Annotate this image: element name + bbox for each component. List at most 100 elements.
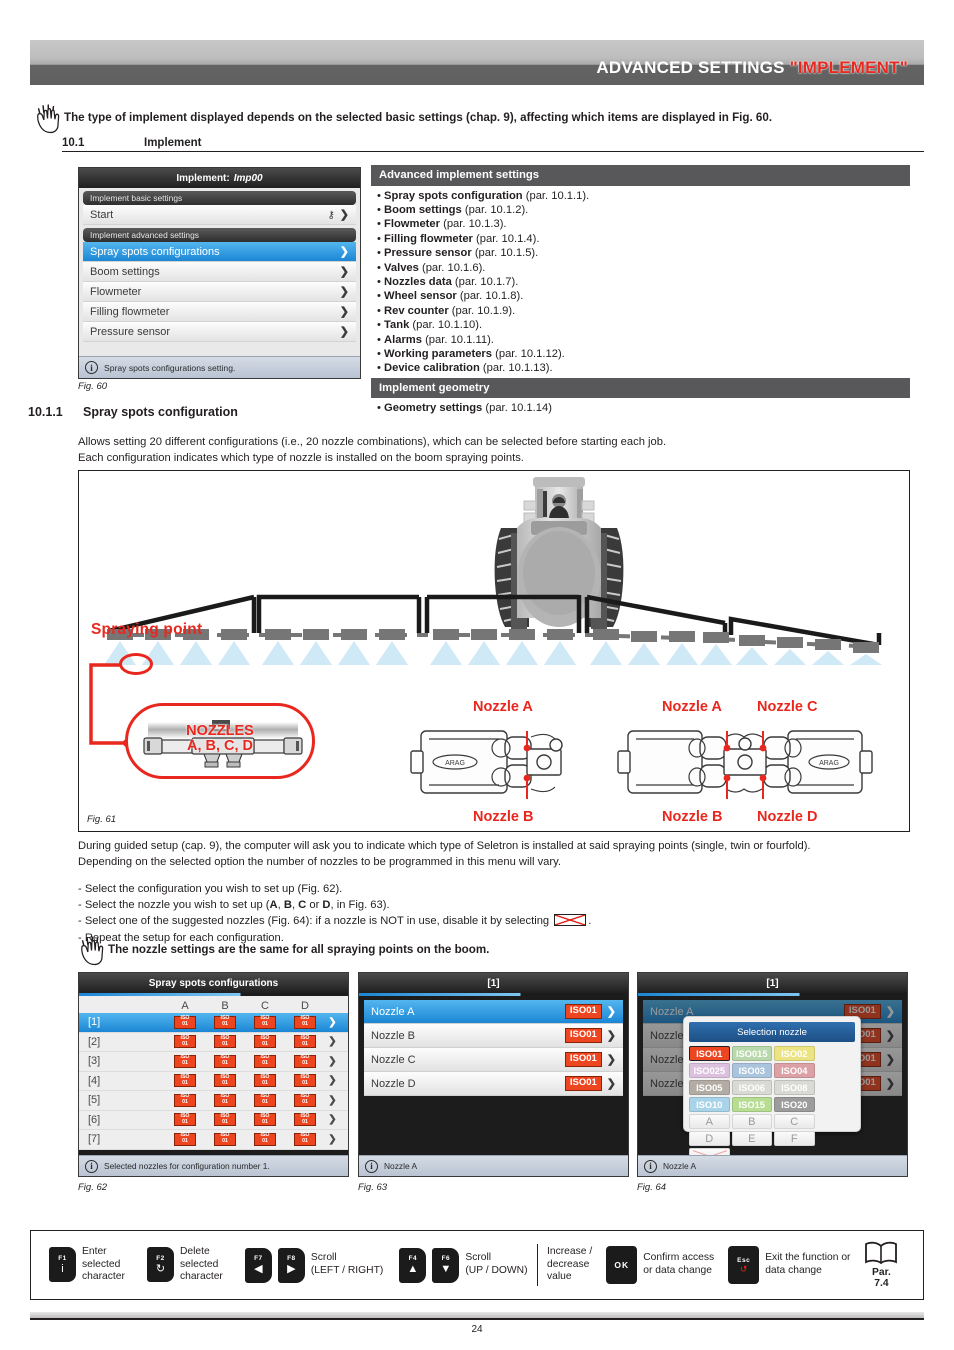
nozzle-chip-iso06[interactable]: ISO06 <box>731 1080 772 1095</box>
list-item: Device calibration (par. 10.1.13). <box>377 361 904 375</box>
nozzle-chip-iso08[interactable]: ISO08 <box>774 1080 815 1095</box>
iso-chip: ISO 01 <box>214 1094 236 1107</box>
legend-manual-ref-text: Par. 7.4 <box>872 1266 891 1289</box>
fig63-info-bar: i Nozzle A <box>359 1155 628 1176</box>
iso-chip: ISO 01 <box>214 1113 236 1127</box>
info-icon: i <box>644 1159 657 1173</box>
list-item-nozzle-c[interactable]: Nozzle C ISO01 ❯ <box>364 1048 623 1072</box>
device-row-filling-flowmeter[interactable]: Filling flowmeter ❯ <box>83 302 356 322</box>
during-setup-paragraph: During guided setup (cap. 9), the comput… <box>78 838 908 870</box>
table-row[interactable]: [4] ISO 01 ISO 01 ISO 01 ISO 01 ❯ <box>79 1072 348 1091</box>
device-title-label: Implement: <box>176 172 230 184</box>
nozzle-chip-iso015[interactable]: ISO015 <box>731 1046 772 1061</box>
nozzle-chip-iso01[interactable]: ISO01 <box>689 1046 730 1061</box>
footer-rule <box>30 1318 924 1320</box>
page-header-bar: ADVANCED SETTINGS "IMPLEMENT" <box>30 40 924 85</box>
f4-key-icon: F4 ▲ <box>399 1247 427 1283</box>
device-row-start[interactable]: Start ⚷ ❯ <box>83 205 356 225</box>
row-label: [2] <box>88 1035 101 1048</box>
start-row-icons: ⚷ ❯ <box>327 208 349 221</box>
list-item-nozzle-b[interactable]: Nozzle B ISO01 ❯ <box>364 1024 623 1048</box>
label-nozzle-d-fourfold: Nozzle D <box>757 809 818 825</box>
iso-value-badge: ISO01 <box>564 1028 602 1043</box>
row-label: [7] <box>88 1133 101 1146</box>
nozzle-chip-b[interactable]: B <box>731 1114 772 1129</box>
chevron-right-icon: ❯ <box>339 246 349 258</box>
table-row[interactable]: [7] ISO 01 ISO 01 ISO 01 ISO 01 ❯ <box>79 1130 348 1150</box>
column-header-a: A <box>181 1000 189 1012</box>
nozzle-chip-iso02[interactable]: ISO02 <box>774 1046 815 1061</box>
page-title-highlight: "IMPLEMENT" <box>789 58 908 77</box>
advanced-settings-header: Advanced implement settings <box>371 165 910 186</box>
chevron-right-icon: ❯ <box>328 1016 337 1028</box>
info-icon: i <box>85 1159 98 1173</box>
nozzle-chip-iso15[interactable]: ISO15 <box>731 1097 772 1112</box>
table-row[interactable]: [3] ISO 01 ISO 01 ISO 01 ISO 01 ❯ <box>79 1052 348 1072</box>
nozzle-chip-iso20[interactable]: ISO20 <box>774 1097 815 1112</box>
row-label: [4] <box>88 1074 101 1087</box>
list-item-nozzle-d[interactable]: Nozzle D ISO01 ❯ <box>364 1072 623 1096</box>
device-row-spray-spots[interactable]: Spray spots configurations ❯ <box>83 242 356 262</box>
chevron-right-icon: ❯ <box>339 266 349 278</box>
list-item: Alarms (par. 10.1.11). <box>377 333 904 347</box>
intro-line-2: Each configuration indicates which type … <box>78 452 524 465</box>
row-label: [1] <box>88 1016 101 1029</box>
step-3: - Select one of the suggested nozzles (F… <box>78 914 592 928</box>
fig64-info-bar: i Nozzle A <box>638 1155 907 1176</box>
list-item: Working parameters (par. 10.1.12). <box>377 347 904 361</box>
table-row[interactable]: [6] ISO 01 ISO 01 ISO 01 ISO 01 ❯ <box>79 1111 348 1130</box>
legend-f1: F1 i Enter selected character <box>49 1246 125 1284</box>
nozzle-chip-e[interactable]: E <box>731 1131 772 1146</box>
iso-chip: ISO 01 <box>254 1113 276 1127</box>
legend-ok-text: Confirm access or data change <box>643 1252 715 1276</box>
nozzle-chip-c[interactable]: C <box>774 1114 815 1129</box>
list-item-label: Nozzle B <box>371 1029 416 1042</box>
list-item: Spray spots configuration (par. 10.1.1). <box>377 189 904 203</box>
svg-text:ARAG: ARAG <box>819 760 839 767</box>
device-row-boom-settings[interactable]: Boom settings ❯ <box>83 262 356 282</box>
chevron-right-icon: ❯ <box>885 1078 895 1090</box>
legend-manual-reference: Par. 7.4 <box>864 1241 898 1290</box>
nozzle-chip-iso04[interactable]: ISO04 <box>774 1063 815 1078</box>
column-header-d: D <box>301 1000 309 1012</box>
iso-chip: ISO 01 <box>214 1016 236 1029</box>
section-10-1-1: 10.1.1 Spray spots configuration <box>28 405 924 422</box>
legend-increase-decrease-text: Increase / decrease value <box>547 1246 593 1283</box>
book-icon <box>865 1241 898 1264</box>
intro-line-1: Allows setting 20 different configuratio… <box>78 436 667 448</box>
table-row[interactable]: [1] ISO 01 ISO 01 ISO 01 ISO 01 ❯ <box>79 1013 348 1033</box>
nozzle-chip-f[interactable]: F <box>774 1131 815 1146</box>
f7-key-icon: F7 ◀ <box>244 1247 272 1283</box>
label-nozzle-b-single: Nozzle B <box>473 809 534 825</box>
nozzle-chip-iso03[interactable]: ISO03 <box>731 1063 772 1078</box>
nozzle-chip-d[interactable]: D <box>689 1131 730 1146</box>
group-header-basic-settings: Implement basic settings <box>83 191 356 205</box>
legend-scroll-lr: F7 ◀ F8 ▶ Scroll (LEFT / RIGHT) <box>244 1247 383 1283</box>
chevron-right-icon: ❯ <box>339 306 349 318</box>
device-row-pressure-sensor[interactable]: Pressure sensor ❯ <box>83 322 356 342</box>
list-item: Boom settings (par. 10.1.2). <box>377 203 904 217</box>
nozzle-chip-iso10[interactable]: ISO10 <box>689 1097 730 1112</box>
table-row[interactable]: [5] ISO 01 ISO 01 ISO 01 ISO 01 ❯ <box>79 1091 348 1111</box>
seletron-fourfold-diagram: ARAG <box>617 730 873 799</box>
svg-text:ARAG: ARAG <box>445 760 465 767</box>
table-row[interactable]: [2] ISO 01 ISO 01 ISO 01 ISO 01 ❯ <box>79 1033 348 1052</box>
device-row-label: Boom settings <box>90 265 160 278</box>
list-item-nozzle-a[interactable]: Nozzle A ISO01 ❯ <box>364 1000 623 1024</box>
nozzle-chip-iso05[interactable]: ISO05 <box>689 1080 730 1095</box>
fig63-info-text: Nozzle A <box>384 1161 418 1171</box>
hand-icon <box>78 932 108 966</box>
list-item: Nozzles data (par. 10.1.7). <box>377 275 904 289</box>
column-header-c: C <box>261 1000 269 1012</box>
nozzle-chip-iso025[interactable]: ISO025 <box>689 1063 730 1078</box>
fig62-info-bar: i Selected nozzles for configuration num… <box>79 1155 348 1176</box>
chevron-right-icon: ❯ <box>606 1078 616 1090</box>
fig64-caption: Fig. 64 <box>637 1182 667 1193</box>
iso-chip: ISO 01 <box>254 1016 276 1029</box>
nozzle-chip-a[interactable]: A <box>689 1114 730 1129</box>
legend-esc-text: Exit the function or data change <box>765 1252 851 1276</box>
section-10-1-1-title: Spray spots configuration <box>83 405 238 419</box>
iso-chip: ISO 01 <box>214 1035 236 1049</box>
row-label: [5] <box>88 1094 101 1107</box>
device-row-flowmeter[interactable]: Flowmeter ❯ <box>83 282 356 302</box>
